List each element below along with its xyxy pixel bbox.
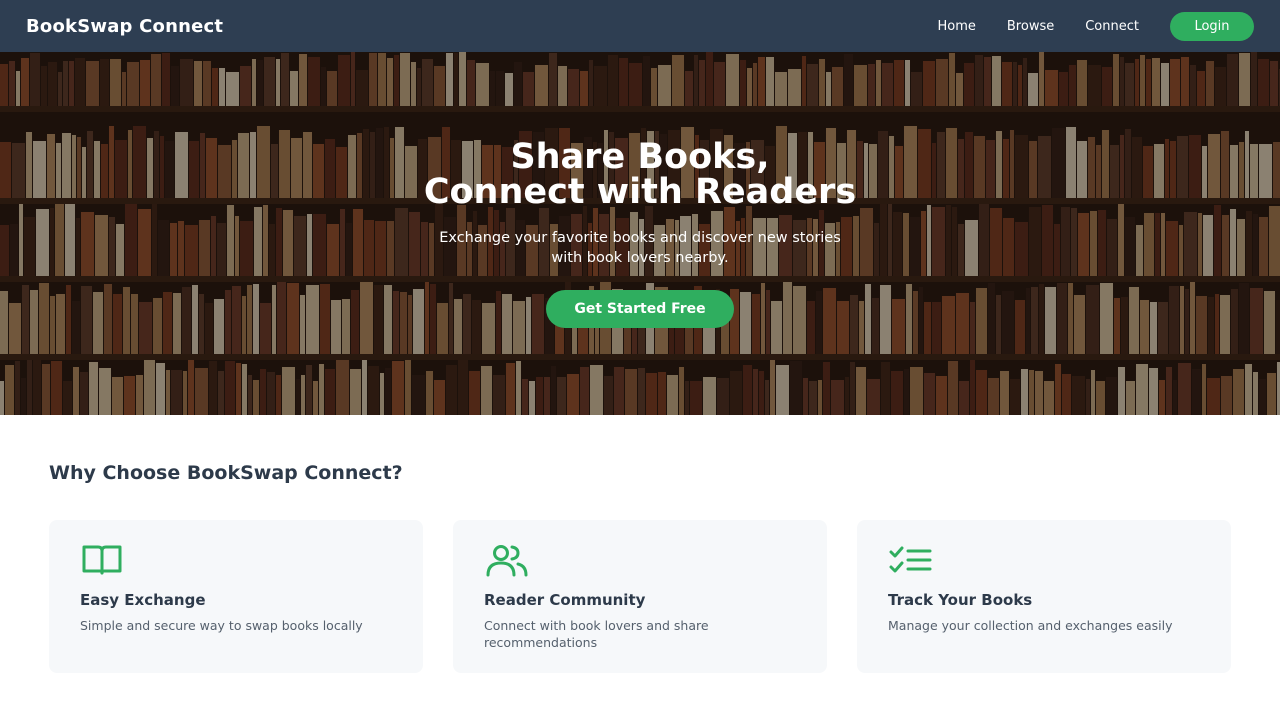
open-book-icon (82, 545, 122, 575)
nav-link-home[interactable]: Home (938, 19, 976, 34)
feature-card-easy-exchange: Easy Exchange Simple and secure way to s… (49, 520, 423, 673)
feature-title: Track Your Books (888, 591, 1033, 609)
hero-title-line2: Connect with Readers (423, 172, 857, 212)
users-icon (486, 545, 528, 577)
feature-card-reader-community: Reader Community Connect with book lover… (453, 520, 827, 673)
feature-title: Easy Exchange (80, 591, 206, 609)
hero-subtitle: Exchange your favorite books and discove… (0, 228, 1280, 268)
brand-logo[interactable]: BookSwap Connect (26, 16, 223, 37)
nav-link-browse[interactable]: Browse (1007, 19, 1054, 34)
get-started-button[interactable]: Get Started Free (546, 290, 734, 328)
features-heading: Why Choose BookSwap Connect? (49, 462, 403, 484)
top-navbar: BookSwap Connect Home Browse Connect Log… (0, 0, 1280, 52)
feature-card-track-books: Track Your Books Manage your collection … (857, 520, 1231, 673)
nav-links: Home Browse Connect Login (938, 11, 1254, 41)
hero-title: Share Books, Connect with Readers (0, 140, 1280, 210)
feature-description: Simple and secure way to swap books loca… (80, 618, 363, 633)
feature-description: Connect with book lovers and share recom… (484, 618, 709, 650)
login-button[interactable]: Login (1170, 11, 1254, 41)
feature-description: Manage your collection and exchanges eas… (888, 618, 1173, 633)
hero-title-line1: Share Books, (510, 137, 770, 177)
checklist-icon (889, 546, 932, 573)
feature-title: Reader Community (484, 591, 646, 609)
hero-section: Share Books, Connect with Readers Exchan… (0, 52, 1280, 415)
hero-content: Share Books, Connect with Readers Exchan… (0, 52, 1280, 415)
hero-subtitle-line1: Exchange your favorite books and discove… (439, 230, 841, 246)
nav-link-connect[interactable]: Connect (1085, 19, 1139, 34)
hero-subtitle-line2: with book lovers nearby. (551, 250, 729, 266)
